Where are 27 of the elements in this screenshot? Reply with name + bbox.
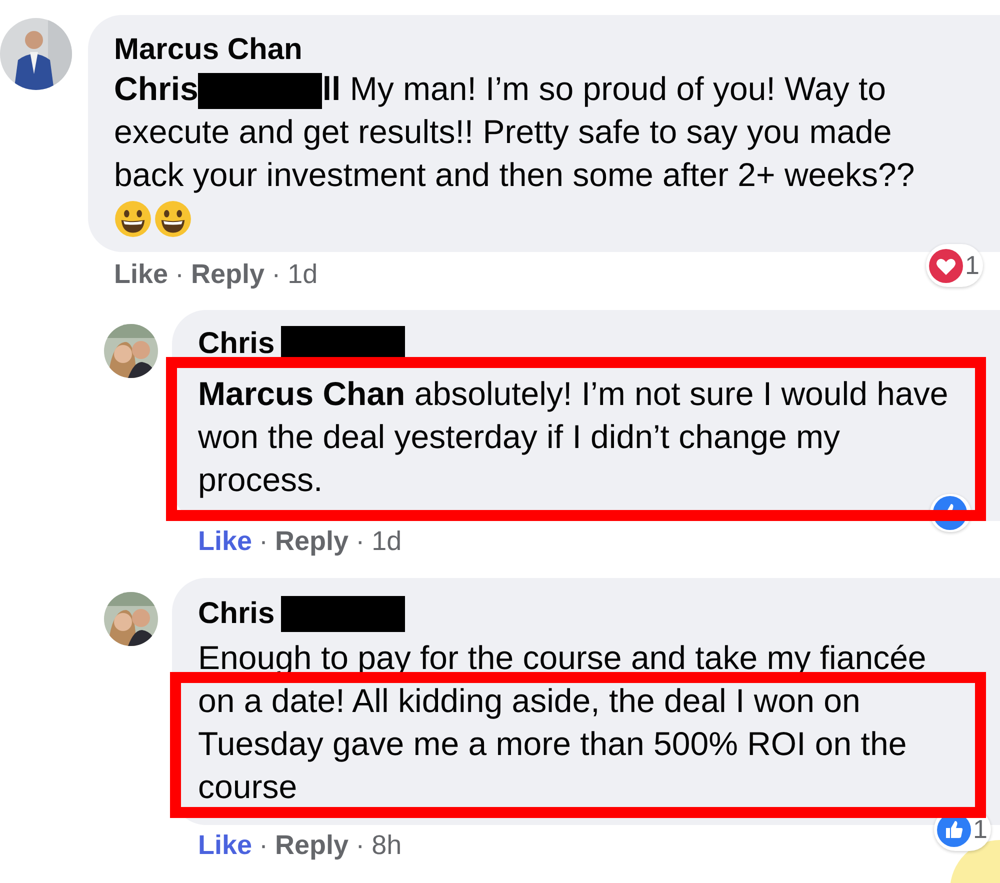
timestamp: 8h (372, 829, 402, 861)
author-name[interactable]: Chris (198, 597, 275, 631)
separator-dot: · (259, 829, 268, 861)
reaction-count: 1 (973, 813, 988, 846)
like-link[interactable]: Like (114, 258, 168, 290)
reply-link[interactable]: Reply (275, 525, 349, 557)
author-name[interactable]: Chris (198, 327, 275, 361)
timestamp: 1d (288, 258, 318, 290)
mention-link[interactable]: Chris (114, 70, 198, 107)
like-link[interactable]: Like (198, 829, 252, 861)
grinning-emoji-icon (114, 200, 152, 238)
separator-dot: · (356, 525, 365, 557)
author-name[interactable]: Marcus Chan (114, 33, 302, 67)
timestamp: 1d (372, 525, 402, 557)
thumbs-up-icon (933, 496, 967, 530)
separator-dot: · (259, 525, 268, 557)
comment-text: Chris ll My man! I’m so proud of you! Way to execute and get results!! Pretty safe to say you made back your investment and then some after 2+ weeks?? (114, 69, 916, 195)
separator-dot: · (175, 258, 184, 290)
separator-dot: · (356, 829, 365, 861)
like-link[interactable]: Like (198, 525, 252, 557)
reply-text: Marcus Chan absolutely! I’m not sure I would have won the deal yesterday if I didn’t change my process. (198, 374, 950, 500)
reply-link[interactable]: Reply (275, 829, 349, 861)
reaction-count: 1 (965, 249, 980, 282)
separator-dot: · (272, 258, 281, 290)
reaction-badge[interactable]: 1 (926, 244, 984, 287)
grinning-emoji-icon (154, 200, 192, 238)
reply-link[interactable]: Reply (191, 258, 265, 290)
